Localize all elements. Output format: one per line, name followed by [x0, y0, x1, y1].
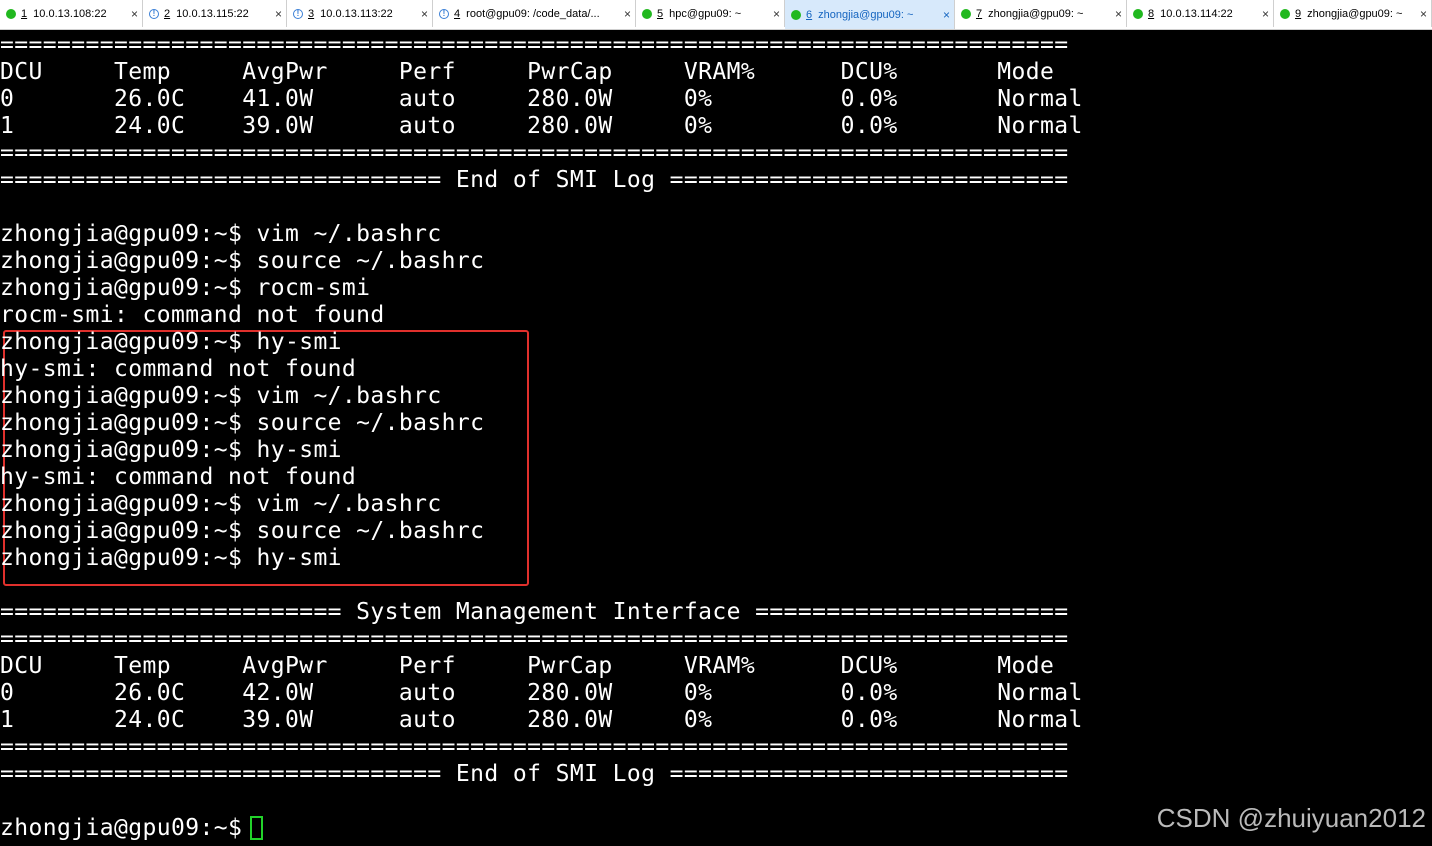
- tab-label: 3 10.0.13.113:22: [308, 8, 411, 20]
- watermark: CSDN @zhuiyuan2012: [1156, 803, 1426, 833]
- tab-session-7[interactable]: 7 zhongjia@gpu09: ~ ×: [955, 0, 1127, 27]
- tab-session-3[interactable]: ! 3 10.0.13.113:22 ×: [287, 0, 433, 27]
- tab-label: 1 10.0.13.108:22: [21, 8, 121, 20]
- close-icon[interactable]: ×: [1420, 7, 1427, 21]
- terminal-line: 1 24.0C 39.0W auto 280.0W 0% 0.0% Normal: [0, 113, 1083, 139]
- terminal-line: zhongjia@gpu09:~$ source ~/.bashrc: [0, 518, 485, 544]
- tab-number: 2: [164, 7, 171, 20]
- terminal-line: zhongjia@gpu09:~$ hy-smi: [0, 545, 342, 571]
- terminal-line: 0 26.0C 42.0W auto 280.0W 0% 0.0% Normal: [0, 680, 1083, 706]
- close-icon[interactable]: ×: [624, 7, 631, 21]
- tab-session-2[interactable]: ! 2 10.0.13.115:22 ×: [143, 0, 287, 27]
- terminal-line: ========================================…: [0, 626, 1069, 652]
- close-icon[interactable]: ×: [1262, 7, 1269, 21]
- tab-label: 2 10.0.13.115:22: [164, 8, 265, 20]
- terminal-line: zhongjia@gpu09:~$ source ~/.bashrc: [0, 248, 485, 274]
- tab-number: 9: [1295, 7, 1302, 20]
- close-icon[interactable]: ×: [275, 7, 282, 21]
- tab-label: 4 root@gpu09: /code_data/...: [454, 8, 614, 20]
- terminal-line: zhongjia@gpu09:~$ hy-smi: [0, 329, 342, 355]
- tab-title: 10.0.13.115:22: [173, 7, 249, 20]
- tab-label: 8 10.0.13.114:22: [1148, 8, 1252, 20]
- tab-label: 5 hpc@gpu09: ~: [657, 8, 763, 20]
- close-icon[interactable]: ×: [1115, 7, 1122, 21]
- terminal-line: zhongjia@gpu09:~$ hy-smi: [0, 437, 342, 463]
- terminal-line: =============================== End of S…: [0, 167, 1069, 193]
- tab-session-8[interactable]: 8 10.0.13.114:22 ×: [1127, 0, 1274, 27]
- tab-session-4[interactable]: ! 4 root@gpu09: /code_data/... ×: [433, 0, 636, 27]
- terminal-line: zhongjia@gpu09:~$ vim ~/.bashrc: [0, 491, 442, 517]
- tab-title: zhongjia@gpu09: ~: [985, 7, 1084, 20]
- info-status-icon: !: [293, 8, 303, 19]
- terminal-line: ======================== System Manageme…: [0, 599, 1069, 625]
- tab-label: 7 zhongjia@gpu09: ~: [976, 8, 1105, 20]
- terminal-tab-bar: 1 10.0.13.108:22 ×! 2 10.0.13.115:22 ×! 3 10…: [0, 0, 1432, 30]
- connected-status-icon: [791, 9, 801, 20]
- tab-number: 5: [657, 7, 664, 20]
- terminal-line: DCU Temp AvgPwr Perf PwrCap VRAM% DCU% M…: [0, 653, 1055, 679]
- tab-number: 1: [21, 7, 28, 20]
- connected-status-icon: [961, 8, 971, 19]
- connected-status-icon: [642, 8, 652, 19]
- tab-session-6[interactable]: 6 zhongjia@gpu09: ~ ×: [785, 0, 955, 29]
- terminal-output[interactable]: ========================================…: [0, 32, 1432, 846]
- terminal-line: hy-smi: command not found: [0, 356, 357, 382]
- connected-status-icon: [6, 8, 16, 19]
- terminal-line: ========================================…: [0, 734, 1069, 760]
- terminal-line: zhongjia@gpu09:~$ vim ~/.bashrc: [0, 221, 442, 247]
- connected-status-icon: [1280, 8, 1290, 19]
- close-icon[interactable]: ×: [131, 7, 138, 21]
- tab-session-9[interactable]: 9 zhongjia@gpu09: ~ ×: [1274, 0, 1432, 27]
- terminal-line: ========================================…: [0, 32, 1069, 58]
- tab-number: 6: [806, 8, 813, 21]
- terminal-line: hy-smi: command not found: [0, 464, 357, 490]
- info-status-icon: !: [439, 8, 449, 19]
- info-status-icon: !: [149, 8, 159, 19]
- terminal-line: zhongjia@gpu09:~$: [0, 815, 257, 841]
- connected-status-icon: [1133, 8, 1143, 19]
- tab-title: zhongjia@gpu09: ~: [1304, 7, 1403, 20]
- tab-session-1[interactable]: 1 10.0.13.108:22 ×: [0, 0, 143, 27]
- terminal-line: zhongjia@gpu09:~$ rocm-smi: [0, 275, 371, 301]
- tab-number: 8: [1148, 7, 1155, 20]
- terminal-line: DCU Temp AvgPwr Perf PwrCap VRAM% DCU% M…: [0, 59, 1055, 85]
- tab-title: 10.0.13.114:22: [1157, 7, 1233, 20]
- terminal-line: 1 24.0C 39.0W auto 280.0W 0% 0.0% Normal: [0, 707, 1083, 733]
- tab-number: 4: [454, 7, 461, 20]
- close-icon[interactable]: ×: [421, 7, 428, 21]
- close-icon[interactable]: ×: [943, 8, 950, 22]
- tab-number: 3: [308, 7, 315, 20]
- terminal-line: zhongjia@gpu09:~$ vim ~/.bashrc: [0, 383, 442, 409]
- tab-label: 9 zhongjia@gpu09: ~: [1295, 8, 1410, 20]
- tab-title: root@gpu09: /code_data/...: [463, 7, 600, 20]
- terminal-line: ========================================…: [0, 140, 1069, 166]
- terminal-line: rocm-smi: command not found: [0, 302, 385, 328]
- terminal-line: =============================== End of S…: [0, 761, 1069, 787]
- terminal-line: 0 26.0C 41.0W auto 280.0W 0% 0.0% Normal: [0, 86, 1083, 112]
- tab-title: 10.0.13.113:22: [317, 7, 393, 20]
- terminal-line: zhongjia@gpu09:~$ source ~/.bashrc: [0, 410, 485, 436]
- close-icon[interactable]: ×: [773, 7, 780, 21]
- tab-title: hpc@gpu09: ~: [666, 7, 742, 20]
- tab-label: 6 zhongjia@gpu09: ~: [806, 9, 933, 21]
- tab-session-5[interactable]: 5 hpc@gpu09: ~ ×: [636, 0, 785, 27]
- tab-number: 7: [976, 7, 983, 20]
- tab-title: 10.0.13.108:22: [30, 7, 107, 20]
- tab-title: zhongjia@gpu09: ~: [815, 8, 914, 21]
